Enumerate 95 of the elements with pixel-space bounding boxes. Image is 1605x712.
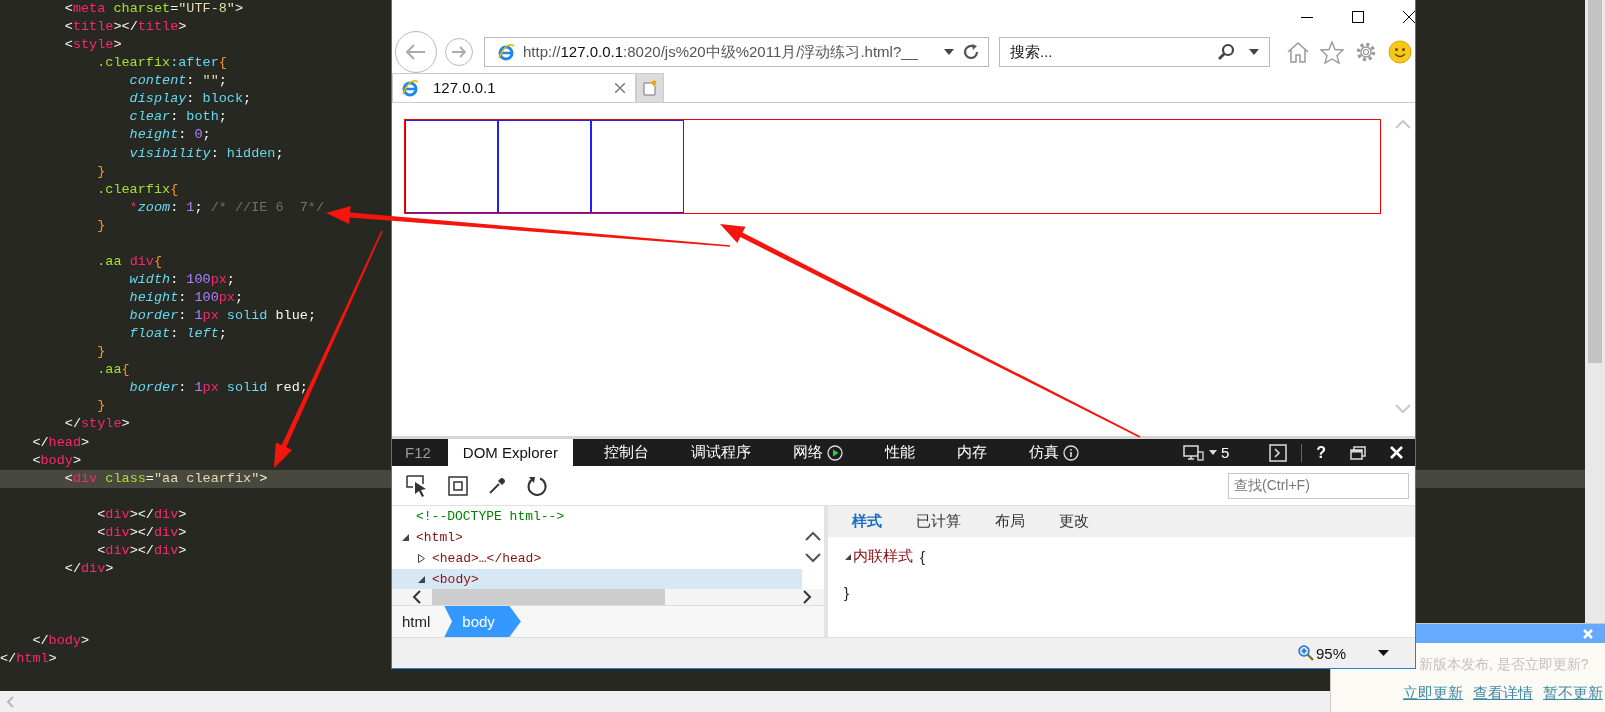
monitor-icon xyxy=(1182,444,1205,461)
styles-tab[interactable]: 更改 xyxy=(1059,512,1089,531)
code-line: <body> xyxy=(31,452,82,468)
code-line: width: 100px; xyxy=(128,271,235,287)
notification-link[interactable]: 立即更新 xyxy=(1403,684,1463,703)
styles-tab[interactable]: 样式 xyxy=(852,512,882,531)
code-line: } xyxy=(96,163,106,179)
zoom-icon xyxy=(1297,645,1314,661)
dom-node[interactable]: <html> xyxy=(392,527,802,548)
undock-icon[interactable] xyxy=(1350,445,1366,460)
code-line: .clearfix{ xyxy=(96,181,179,197)
devtools-tab[interactable]: 内存 xyxy=(941,439,1002,466)
code-line: </html> xyxy=(0,651,57,667)
help-button[interactable]: ? xyxy=(1316,443,1326,462)
refresh-icon[interactable] xyxy=(962,43,980,62)
code-line: <div></div> xyxy=(96,524,187,540)
collapse-arrow-icon[interactable] xyxy=(417,575,426,584)
code-line: *zoom: 1; /* //IE 6 7*/ xyxy=(128,199,325,215)
browser-tab[interactable]: 127.0.0.1 xyxy=(392,72,636,102)
collapse-arrow-icon[interactable] xyxy=(844,552,852,561)
browser-logo-icon xyxy=(497,43,515,62)
code-line: visibility: hidden; xyxy=(128,145,284,161)
notification-message: 新版本发布, 是否立即更新? xyxy=(1419,656,1590,674)
code-line: float: left; xyxy=(128,326,227,342)
devtools-tab[interactable]: 调试程序 xyxy=(675,439,766,466)
code-line: <title></title> xyxy=(63,19,187,35)
styles-tab[interactable]: 布局 xyxy=(995,512,1025,531)
search-field[interactable]: 搜索... xyxy=(999,37,1270,68)
zoom-level[interactable]: 95% xyxy=(1315,644,1346,662)
scroll-right-icon[interactable] xyxy=(802,589,812,604)
target-selector[interactable]: 5 xyxy=(1182,444,1230,461)
search-icon[interactable] xyxy=(1217,43,1235,62)
code-line: } xyxy=(96,344,106,360)
code-line: height: 100px; xyxy=(128,290,244,305)
brace: } xyxy=(844,584,849,601)
devtools-tab[interactable]: 网络 xyxy=(777,439,858,466)
smiley-icon[interactable] xyxy=(1388,40,1412,65)
dom-node[interactable]: <!--DOCTYPE html--> xyxy=(392,506,802,527)
dropdown-caret-icon[interactable] xyxy=(1249,49,1259,56)
devtools-tab[interactable]: 性能 xyxy=(869,439,930,466)
code-line: <div></div> xyxy=(96,542,187,558)
code-line: height: 0; xyxy=(128,127,211,143)
scroll-up-icon[interactable] xyxy=(805,531,821,542)
console-icon[interactable] xyxy=(1269,443,1288,462)
dropdown-caret-icon[interactable] xyxy=(944,49,954,56)
select-element-icon[interactable] xyxy=(406,474,428,497)
code-line: </style> xyxy=(63,416,130,432)
devtools-label: F12 xyxy=(404,444,432,461)
address-field[interactable]: http://127.0.0.1:8020/js%20中级%2011月/浮动练习.html?__ xyxy=(484,37,989,68)
style-rule-name: 内联样式 xyxy=(853,547,913,566)
code-line: <meta charset="UTF-8"> xyxy=(63,1,244,16)
eyedropper-icon[interactable] xyxy=(488,476,506,495)
collapse-arrow-icon[interactable] xyxy=(401,533,410,542)
notification-link[interactable]: 暂不更新 xyxy=(1543,684,1603,703)
code-line: </div> xyxy=(63,560,114,576)
code-line: </body> xyxy=(31,633,90,649)
box-model-icon[interactable] xyxy=(448,475,468,496)
code-line: border: 1px solid blue; xyxy=(128,308,316,324)
scroll-left-icon[interactable] xyxy=(412,589,422,604)
code-line: display: block; xyxy=(128,91,252,107)
notification-link[interactable]: 查看详情 xyxy=(1473,684,1533,703)
code-line: <div></div> xyxy=(96,506,187,522)
code-line: .aa div{ xyxy=(96,253,163,269)
code-line: <style> xyxy=(63,37,122,53)
devtools-tab[interactable]: 仿真 xyxy=(1013,439,1094,466)
code-line: </head> xyxy=(31,434,90,450)
star-icon[interactable] xyxy=(1320,40,1344,64)
code-line: border: 1px solid red; xyxy=(128,380,308,396)
devtools-tab[interactable]: 控制台 xyxy=(588,439,664,466)
dom-node[interactable]: <body> xyxy=(392,569,802,589)
browser-logo-icon xyxy=(401,78,419,97)
find-field[interactable]: 查找(Ctrl+F) xyxy=(1228,472,1409,499)
new-tab-icon xyxy=(643,79,657,96)
maximize-icon[interactable] xyxy=(1352,10,1364,23)
close-icon[interactable] xyxy=(1403,10,1415,23)
play-icon xyxy=(826,444,843,461)
info-icon xyxy=(1062,444,1079,461)
dropdown-caret-icon xyxy=(1208,450,1217,455)
expand-arrow-icon[interactable] xyxy=(417,554,426,563)
code-line: } xyxy=(96,217,106,233)
dropdown-caret-icon[interactable] xyxy=(1378,650,1389,656)
code-line: .aa{ xyxy=(96,362,130,378)
code-line: clear: both; xyxy=(128,109,227,125)
code-line: <div class="aa clearfix"> xyxy=(63,470,268,486)
devtools-tab[interactable]: DOM Explorer xyxy=(447,439,573,466)
brace: { xyxy=(920,548,925,565)
scroll-down-icon[interactable] xyxy=(805,553,821,564)
breadcrumb-item[interactable]: html xyxy=(392,606,445,637)
code-line: } xyxy=(96,398,106,414)
dom-node[interactable]: <head>…</head> xyxy=(392,548,802,569)
styles-tab[interactable]: 已计算 xyxy=(916,512,961,531)
refresh-icon[interactable] xyxy=(526,474,548,497)
home-icon[interactable] xyxy=(1286,41,1310,64)
code-line: .clearfix:after{ xyxy=(96,55,227,71)
code-line: content: ""; xyxy=(128,73,227,89)
